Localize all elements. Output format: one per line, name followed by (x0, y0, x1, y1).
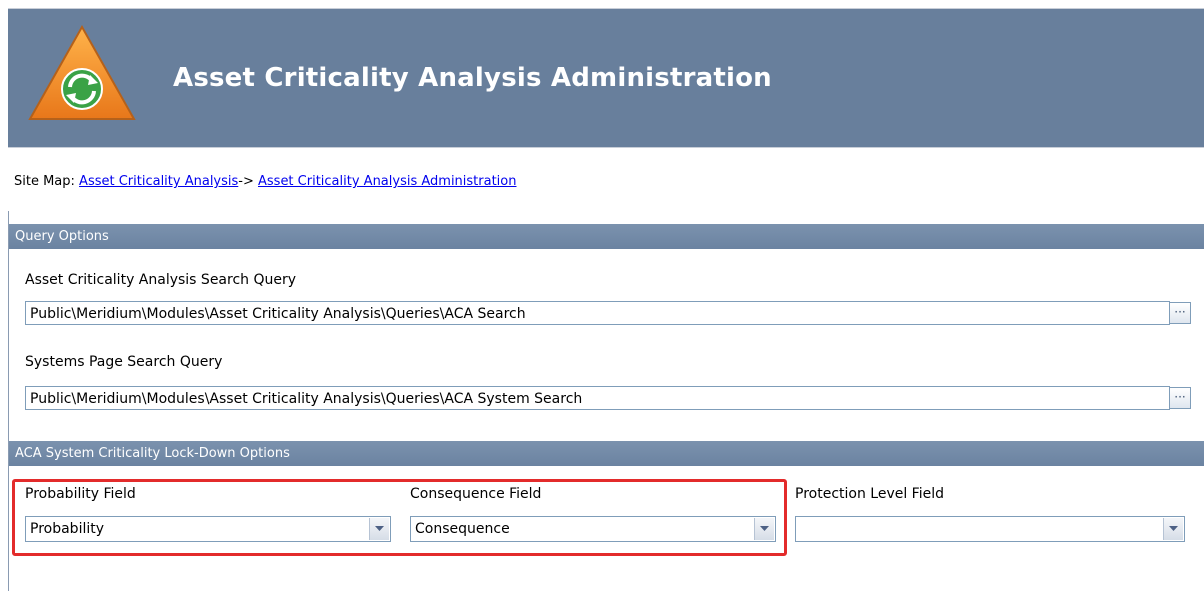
systems-query-label: Systems Page Search Query (25, 354, 223, 370)
breadcrumb: Site Map: Asset Criticality Analysis-> A… (14, 174, 517, 189)
lockdown-options-header: ACA System Criticality Lock-Down Options (9, 441, 1204, 466)
dropdown-arrow-button[interactable] (1163, 518, 1183, 540)
page-header: Asset Criticality Analysis Administratio… (8, 8, 1204, 148)
protection-level-field-label: Protection Level Field (795, 486, 944, 502)
browse-icon: ··· (1174, 390, 1186, 404)
search-query-field[interactable]: Public\Meridium\Modules\Asset Criticalit… (25, 301, 1170, 325)
search-query-browse-button[interactable]: ··· (1169, 302, 1191, 324)
browse-icon: ··· (1174, 305, 1186, 319)
highlight-box (12, 479, 787, 556)
systems-query-field[interactable]: Public\Meridium\Modules\Asset Criticalit… (25, 386, 1170, 410)
systems-query-browse-button[interactable]: ··· (1169, 387, 1191, 409)
dropdown-arrow-icon (1169, 526, 1178, 531)
breadcrumb-separator: -> (238, 174, 258, 189)
search-query-label: Asset Criticality Analysis Search Query (25, 272, 297, 288)
query-options-header: Query Options (9, 224, 1204, 249)
breadcrumb-link-aca[interactable]: Asset Criticality Analysis (79, 174, 238, 189)
breadcrumb-link-aca-admin[interactable]: Asset Criticality Analysis Administratio… (258, 174, 517, 189)
breadcrumb-prefix: Site Map: (14, 174, 80, 189)
meridium-logo-icon (28, 24, 136, 120)
page-title: Asset Criticality Analysis Administratio… (173, 63, 772, 93)
protection-level-field-select[interactable] (795, 516, 1185, 542)
